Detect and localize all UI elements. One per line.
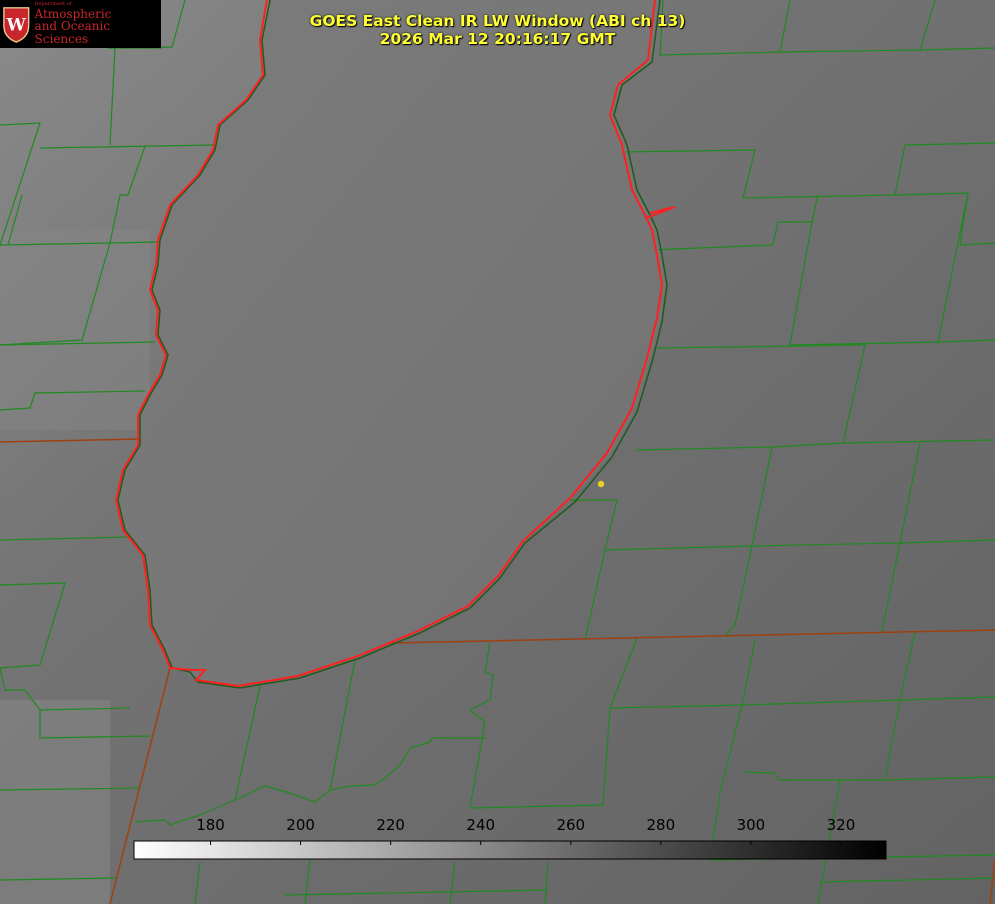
- colorbar-ramp: [133, 840, 887, 860]
- satellite-map-view: 180 200 220 240 260 280 300 320 W Department of…: [0, 0, 995, 904]
- title-product: GOES East Clean IR LW Window (ABI ch 13): [309, 12, 686, 30]
- colorbar-tick-label: 280: [647, 816, 676, 834]
- colorbar-tick-label: 300: [737, 816, 766, 834]
- image-title: GOES East Clean IR LW Window (ABI ch 13)…: [0, 12, 995, 48]
- colorbar-tick-label: 200: [286, 816, 315, 834]
- colorbar-tick-label: 260: [556, 816, 585, 834]
- colorbar-tick-label: 220: [376, 816, 405, 834]
- station-marker: [597, 480, 605, 488]
- ir-satellite-map: 180 200 220 240 260 280 300 320: [0, 0, 995, 904]
- land-bright-patch: [0, 230, 150, 430]
- title-timestamp: 2026 Mar 12 20:16:17 GMT: [379, 30, 616, 48]
- colorbar-tick-label: 320: [827, 816, 856, 834]
- colorbar-tick-label: 180: [196, 816, 225, 834]
- land-bright-patch-sw: [0, 700, 110, 904]
- colorbar-tick-label: 240: [466, 816, 495, 834]
